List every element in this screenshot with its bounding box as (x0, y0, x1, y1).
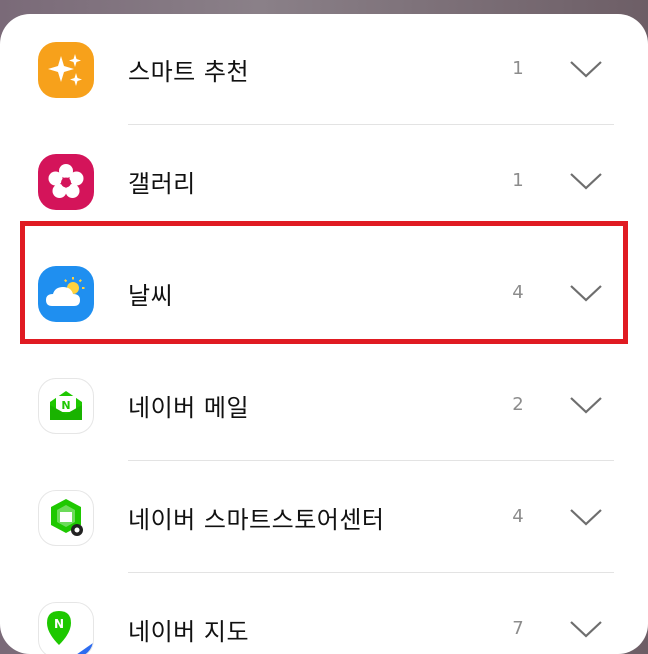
app-name: 갤러리 (128, 170, 196, 198)
flower-icon (38, 154, 94, 210)
chevron-down-icon[interactable] (569, 171, 603, 191)
naver-store-icon (38, 490, 94, 546)
notification-count: 2 (512, 394, 524, 415)
chevron-down-icon[interactable] (569, 507, 603, 527)
chevron-down-icon[interactable] (569, 59, 603, 79)
highlight-box (20, 221, 628, 344)
list-item-naver-map[interactable]: N 네이버 지도 7 (0, 574, 648, 654)
chevron-down-icon[interactable] (569, 395, 603, 415)
divider (128, 124, 614, 125)
naver-map-icon: N (38, 602, 94, 654)
divider (128, 460, 614, 461)
notification-count: 1 (512, 58, 524, 79)
app-name: 네이버 메일 (128, 394, 250, 422)
naver-mail-icon: N (38, 378, 94, 434)
app-name: 네이버 지도 (128, 618, 250, 646)
app-name: 네이버 스마트스토어센터 (128, 506, 385, 534)
svg-text:N: N (61, 399, 70, 412)
list-item-naver-mail[interactable]: N 네이버 메일 2 (0, 350, 648, 462)
notification-count: 4 (512, 506, 524, 527)
svg-text:N: N (54, 617, 64, 631)
app-name: 스마트 추천 (128, 58, 250, 86)
sparkle-icon (38, 42, 94, 98)
notification-count: 7 (512, 618, 524, 639)
notification-count: 1 (512, 170, 524, 191)
chevron-down-icon[interactable] (569, 619, 603, 639)
list-item-naver-smartstore[interactable]: 네이버 스마트스토어센터 4 (0, 462, 648, 574)
list-item-smart-recommend[interactable]: 스마트 추천 1 (0, 14, 648, 126)
divider (128, 572, 614, 573)
